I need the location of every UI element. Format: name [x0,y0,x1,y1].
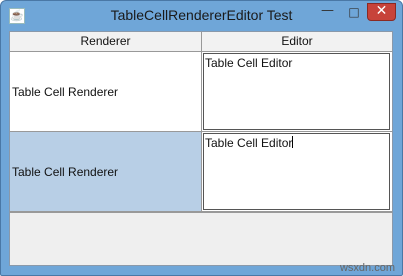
title-bar[interactable]: ☕ TableCellRendererEditor Test — □ ✕ [1,1,402,31]
editor-text: Table Cell Editor [205,56,293,70]
watermark: wsxdn.com [339,262,395,274]
table-row[interactable]: Table Cell Renderer Table Cell Editor [10,132,392,212]
text-caret [292,136,294,148]
editor-cell[interactable]: Table Cell Editor [202,132,392,212]
app-window: ☕ TableCellRendererEditor Test — □ ✕ Ren… [0,0,403,276]
renderer-cell-text: Table Cell Renderer [12,85,119,99]
table: Renderer Editor Table Cell Renderer Tabl… [10,32,392,213]
column-header-renderer[interactable]: Renderer [10,32,202,51]
renderer-cell-text: Table Cell Renderer [12,165,119,179]
editor-textarea-active[interactable]: Table Cell Editor [203,133,390,210]
editor-text: Table Cell Editor [205,136,293,150]
maximize-button[interactable]: □ [341,3,367,21]
editor-textarea[interactable]: Table Cell Editor [203,53,390,130]
editor-cell[interactable]: Table Cell Editor [202,52,392,132]
table-header: Renderer Editor [10,32,392,52]
renderer-cell[interactable]: Table Cell Renderer [10,52,202,132]
close-button[interactable]: ✕ [367,3,396,21]
renderer-cell-selected[interactable]: Table Cell Renderer [10,132,202,212]
content-pane: Renderer Editor Table Cell Renderer Tabl… [9,31,393,266]
column-header-editor[interactable]: Editor [202,32,392,51]
table-row[interactable]: Table Cell Renderer Table Cell Editor [10,52,392,132]
minimize-button[interactable]: — [314,3,341,21]
